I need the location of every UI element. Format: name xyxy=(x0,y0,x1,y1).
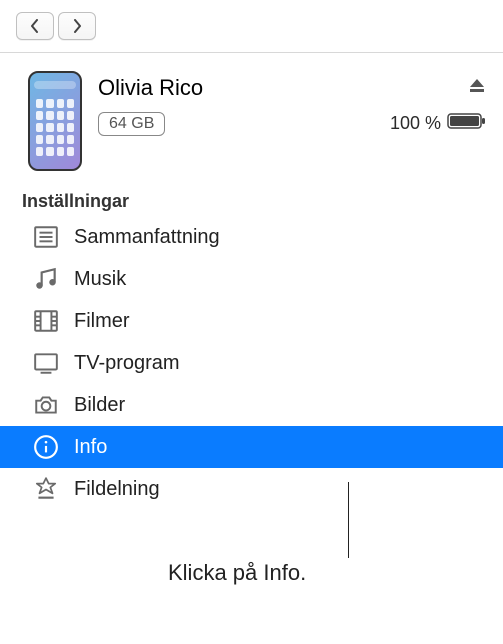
sidebar-item-filesharing[interactable]: Fildelning xyxy=(0,468,503,510)
battery-status: 100 % xyxy=(390,111,487,136)
music-icon xyxy=(32,265,60,293)
back-button[interactable] xyxy=(16,12,54,40)
capacity-badge: 64 GB xyxy=(98,112,165,136)
sidebar-item-tvshows[interactable]: TV-program xyxy=(0,342,503,384)
chevron-left-icon xyxy=(29,19,41,33)
callout-line xyxy=(348,482,349,558)
sidebar-item-info[interactable]: Info xyxy=(0,426,503,468)
info-icon xyxy=(32,433,60,461)
sidebar-item-label: Bilder xyxy=(74,390,125,420)
sidebar-item-photos[interactable]: Bilder xyxy=(0,384,503,426)
camera-icon xyxy=(32,391,60,419)
film-icon xyxy=(32,307,60,335)
sidebar: Sammanfattning Musik Filmer TV-program B xyxy=(0,216,503,510)
callout-text: Klicka på Info. xyxy=(168,560,306,586)
sidebar-item-label: Sammanfattning xyxy=(74,222,220,252)
nav-toolbar xyxy=(0,0,503,52)
sidebar-item-label: Fildelning xyxy=(74,474,160,504)
sidebar-item-label: TV-program xyxy=(74,348,180,378)
section-title: Inställningar xyxy=(0,185,503,216)
divider xyxy=(0,52,503,53)
sidebar-item-music[interactable]: Musik xyxy=(0,258,503,300)
device-name: Olivia Rico xyxy=(98,75,203,101)
sidebar-item-label: Musik xyxy=(74,264,126,294)
device-thumbnail xyxy=(28,71,82,171)
sidebar-item-summary[interactable]: Sammanfattning xyxy=(0,216,503,258)
summary-icon xyxy=(32,223,60,251)
sidebar-item-label: Filmer xyxy=(74,306,130,336)
sidebar-item-label: Info xyxy=(74,432,107,462)
eject-button[interactable] xyxy=(467,76,487,101)
tv-icon xyxy=(32,349,60,377)
sidebar-item-movies[interactable]: Filmer xyxy=(0,300,503,342)
battery-percent: 100 % xyxy=(390,113,441,134)
chevron-right-icon xyxy=(71,19,83,33)
forward-button[interactable] xyxy=(58,12,96,40)
battery-icon xyxy=(447,111,487,136)
apps-icon xyxy=(32,475,60,503)
device-header: Olivia Rico 64 GB 100 % xyxy=(0,61,503,185)
